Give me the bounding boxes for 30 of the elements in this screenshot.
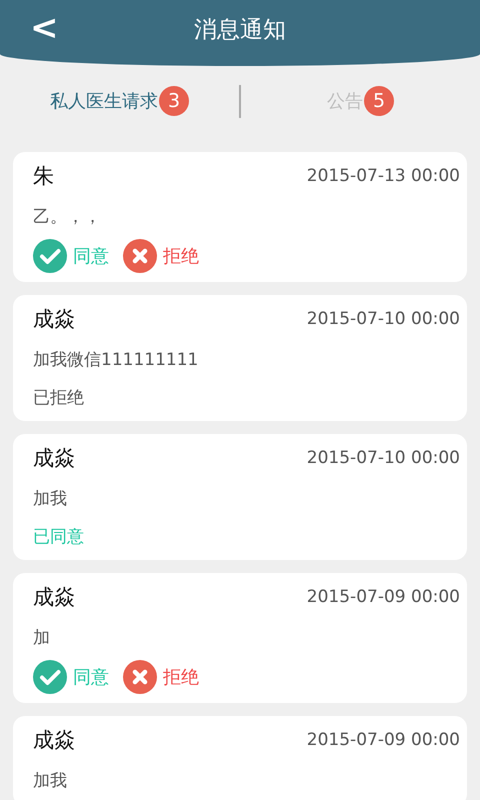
back-button[interactable]: < — [24, 8, 64, 48]
message-time: 2015-07-09 00:00 — [306, 730, 460, 750]
count-badge: 5 — [364, 86, 394, 116]
status-text: 已同意 — [33, 526, 85, 548]
tab[interactable]: 私人医生请求 — [50, 89, 158, 113]
accept-button[interactable]: 同意 — [33, 239, 109, 273]
sender-name: 朱 — [33, 163, 54, 190]
message-time: 2015-07-09 00:00 — [306, 587, 460, 607]
reject-button[interactable]: 拒绝 — [123, 660, 199, 694]
message-text: 加我 — [33, 770, 68, 792]
message-text: 乙。，， — [33, 206, 102, 228]
message-text: 加我 — [33, 488, 68, 510]
message-text: 加我微信111111111 — [33, 348, 200, 372]
check-icon — [33, 239, 67, 273]
message-time: 2015-07-10 00:00 — [306, 448, 460, 468]
close-icon — [123, 239, 157, 273]
status-text: 已拒绝 — [33, 386, 85, 410]
close-icon — [123, 660, 157, 694]
count-badge: 3 — [159, 86, 189, 116]
accept-button[interactable]: 同意 — [33, 660, 109, 694]
message-time: 2015-07-13 00:00 — [306, 166, 460, 186]
sender-name: 成焱 — [33, 584, 75, 611]
reject-button[interactable]: 拒绝 — [123, 239, 199, 273]
message-text: 加 — [33, 626, 51, 650]
screen-title: 消息通知 — [194, 16, 286, 44]
sender-name: 成焱 — [33, 727, 75, 754]
sender-name: 成焱 — [33, 306, 75, 333]
check-icon — [33, 660, 67, 694]
sender-name: 成焱 — [33, 445, 75, 472]
message-time: 2015-07-10 00:00 — [306, 309, 460, 329]
